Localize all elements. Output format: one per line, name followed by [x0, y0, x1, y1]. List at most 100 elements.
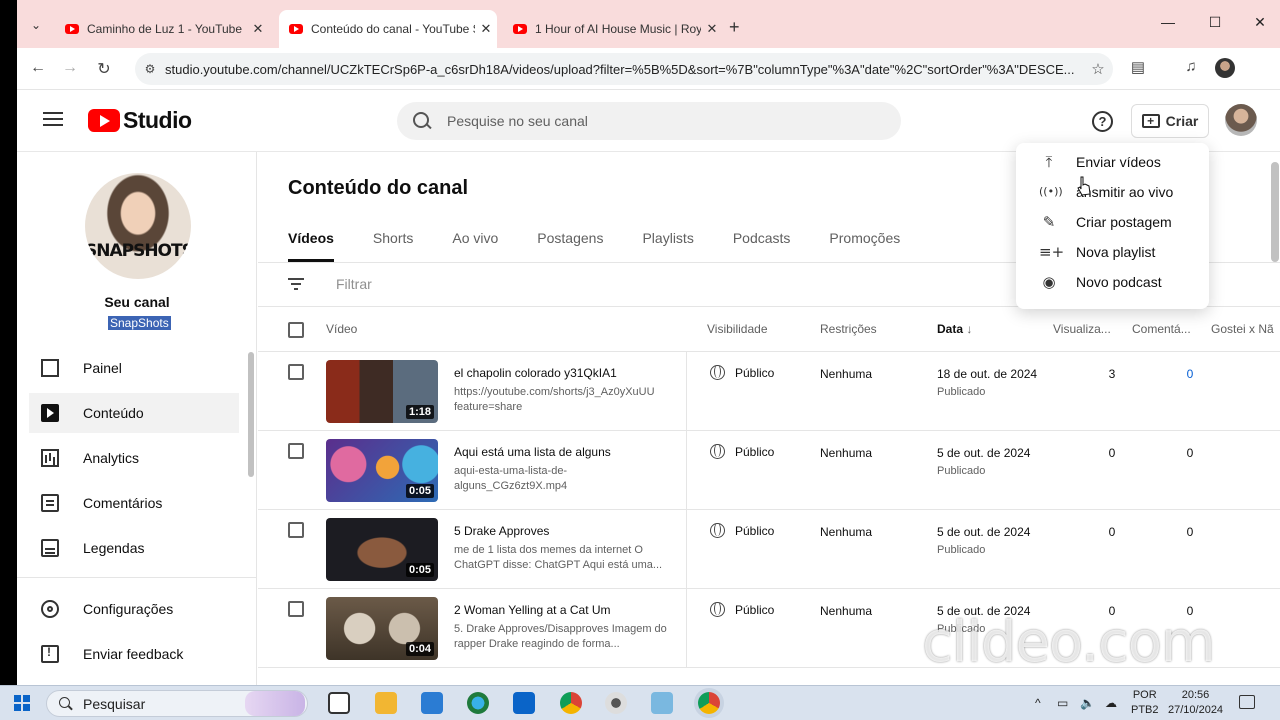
row-checkbox[interactable]: [288, 443, 304, 459]
new-tab-icon[interactable]: +: [729, 17, 740, 38]
tab-postagens[interactable]: Postagens: [537, 230, 603, 262]
close-window-icon[interactable]: ✕: [1245, 14, 1275, 31]
tab-shorts[interactable]: Shorts: [373, 230, 413, 262]
sidebar-item-painel[interactable]: Painel: [29, 348, 239, 388]
taskbar-search[interactable]: Pesquisar: [46, 690, 308, 717]
windows-start-icon[interactable]: [14, 695, 30, 711]
tab-playlists[interactable]: Playlists: [642, 230, 693, 262]
minimize-icon[interactable]: —: [1153, 14, 1183, 30]
profile-avatar[interactable]: [1215, 58, 1235, 78]
sidebar-item-conteudo[interactable]: Conteúdo: [29, 393, 239, 433]
tab-close-icon[interactable]: ✕: [475, 21, 497, 37]
video-thumbnail[interactable]: 0:05: [326, 518, 438, 581]
tab-search-chevron-icon[interactable]: ⌄: [25, 14, 47, 36]
column-restrictions[interactable]: Restrições: [820, 322, 877, 336]
channel-avatar[interactable]: SNAPSHOTS: [85, 173, 191, 279]
network-icon[interactable]: ▭: [1057, 696, 1068, 710]
select-all-checkbox[interactable]: [288, 322, 304, 338]
media-controls-icon[interactable]: ♫: [1179, 58, 1203, 75]
row-checkbox[interactable]: [288, 364, 304, 380]
visibility-cell[interactable]: Público: [710, 444, 774, 459]
cloud-icon[interactable]: ☁: [1105, 696, 1117, 710]
video-title[interactable]: 5 Drake Approves: [454, 524, 549, 538]
menu-item-new-podcast[interactable]: ◉ Novo podcast: [1016, 267, 1209, 297]
sidebar-item-feedback[interactable]: Enviar feedback: [29, 634, 239, 674]
column-likes[interactable]: Gostei x Nã: [1211, 322, 1274, 336]
visibility-cell[interactable]: Público: [710, 602, 774, 617]
account-avatar[interactable]: [1225, 104, 1257, 136]
browser-tab-3[interactable]: 1 Hour of AI House Music | Roy ✕: [503, 16, 723, 42]
filter-icon[interactable]: [288, 278, 304, 290]
file-explorer-icon[interactable]: [375, 692, 397, 714]
comments-cell[interactable]: 0: [1180, 367, 1200, 381]
chrome-active-icon[interactable]: [698, 692, 720, 714]
tab-podcasts[interactable]: Podcasts: [733, 230, 791, 262]
filter-input[interactable]: Filtrar: [336, 276, 372, 292]
visibility-cell[interactable]: Público: [710, 523, 774, 538]
studio-logo[interactable]: Studio: [88, 107, 192, 134]
tray-chevron-icon[interactable]: ^: [1035, 696, 1041, 710]
row-checkbox[interactable]: [288, 522, 304, 538]
sidebar-item-comentarios[interactable]: Comentários: [29, 483, 239, 523]
tab-close-icon[interactable]: ✕: [701, 21, 723, 37]
main-scrollbar[interactable]: [1271, 162, 1279, 262]
address-bar[interactable]: ⚙ studio.youtube.com/channel/UCZkTECrSp6…: [135, 53, 1113, 85]
url-text[interactable]: studio.youtube.com/channel/UCZkTECrSp6P-…: [165, 62, 1083, 77]
table-row[interactable]: 0:05 Aqui está uma lista de alguns aqui-…: [258, 431, 1280, 510]
tab-title: Caminho de Luz 1 - YouTube: [87, 22, 242, 36]
maximize-icon[interactable]: ☐: [1200, 14, 1230, 31]
video-thumbnail[interactable]: 1:18: [326, 360, 438, 423]
video-title[interactable]: el chapolin colorado y31QkIA1: [454, 366, 617, 380]
create-button[interactable]: + Criar: [1131, 104, 1209, 138]
channel-search-input[interactable]: Pesquise no seu canal: [397, 102, 901, 140]
reading-mode-icon[interactable]: ▤: [1126, 58, 1150, 76]
video-duration: 1:18: [405, 405, 434, 419]
volume-icon[interactable]: 🔈: [1080, 696, 1095, 710]
browser-tab-2[interactable]: Conteúdo do canal - YouTube S ✕: [279, 10, 497, 48]
restrictions-cell: Nenhuma: [820, 446, 873, 460]
chrome-icon[interactable]: [560, 692, 582, 714]
menu-item-go-live[interactable]: ((•)) ansmitir ao vivo: [1016, 177, 1209, 207]
column-views[interactable]: Visualiza...: [1053, 322, 1111, 336]
media-app-icon[interactable]: [605, 692, 627, 714]
outlook-icon[interactable]: [513, 692, 535, 714]
menu-item-upload-videos[interactable]: ⤒ Enviar vídeos: [1016, 147, 1209, 177]
menu-item-new-playlist[interactable]: ≡+ Nova playlist: [1016, 237, 1209, 267]
bookmark-star-icon[interactable]: ☆: [1083, 60, 1113, 78]
channel-name[interactable]: SnapShots: [108, 316, 171, 330]
language-indicator[interactable]: POR PTB2: [1131, 688, 1159, 718]
column-comments[interactable]: Comentá...: [1132, 322, 1191, 336]
tab-videos[interactable]: Vídeos: [288, 230, 334, 262]
row-checkbox[interactable]: [288, 601, 304, 617]
back-icon[interactable]: ←: [27, 59, 49, 77]
column-date[interactable]: Data ↓: [937, 322, 972, 336]
help-icon[interactable]: ?: [1092, 111, 1113, 132]
sidebar-item-analytics[interactable]: Analytics: [29, 438, 239, 478]
tab-promocoes[interactable]: Promoções: [829, 230, 900, 262]
video-thumbnail[interactable]: 0:05: [326, 439, 438, 502]
forward-icon[interactable]: →: [59, 59, 81, 77]
menu-item-create-post[interactable]: ✎ Criar postagem: [1016, 207, 1209, 237]
video-title[interactable]: Aqui está uma lista de alguns: [454, 445, 611, 459]
tab-close-icon[interactable]: ✕: [247, 21, 269, 37]
store-icon[interactable]: [421, 692, 443, 714]
sidebar-item-legendas[interactable]: Legendas: [29, 528, 239, 568]
browser-tab-1[interactable]: Caminho de Luz 1 - YouTube ✕: [55, 16, 269, 42]
visibility-cell[interactable]: Público: [710, 365, 774, 380]
edge-icon[interactable]: [467, 692, 489, 714]
sidebar-scrollbar[interactable]: [248, 352, 254, 477]
sidebar-item-configuracoes[interactable]: Configurações: [29, 589, 239, 629]
clock[interactable]: 20:56 27/10/2024: [1168, 688, 1223, 718]
notifications-icon[interactable]: [1239, 695, 1255, 709]
table-row[interactable]: 1:18 el chapolin colorado y31QkIA1 https…: [258, 352, 1280, 431]
table-row[interactable]: 0:05 5 Drake Approves me de 1 lista dos …: [258, 510, 1280, 589]
site-info-icon[interactable]: ⚙: [135, 62, 165, 76]
video-thumbnail[interactable]: 0:04: [326, 597, 438, 660]
task-view-icon[interactable]: [328, 692, 350, 714]
notepad-icon[interactable]: [651, 692, 673, 714]
tab-ao-vivo[interactable]: Ao vivo: [452, 230, 498, 262]
menu-icon[interactable]: [43, 112, 63, 126]
video-title[interactable]: 2 Woman Yelling at a Cat Um: [454, 603, 611, 617]
reload-icon[interactable]: ↻: [93, 59, 115, 79]
column-visibility[interactable]: Visibilidade: [707, 322, 768, 336]
